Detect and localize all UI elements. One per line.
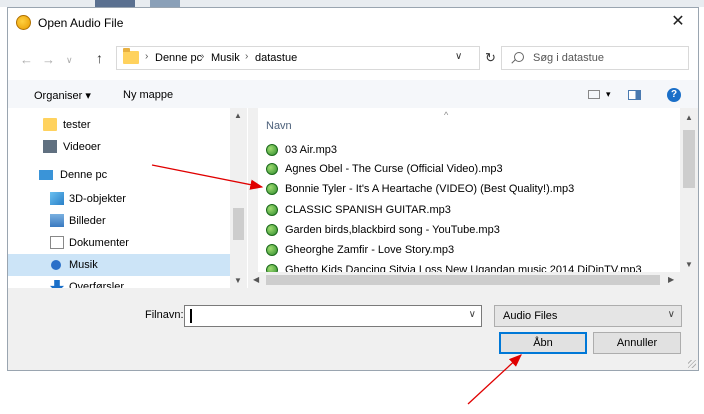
pictures-icon	[50, 214, 64, 227]
audio-file-icon	[266, 183, 278, 195]
navigation-pane: tester Videoer Denne pc 3D-objekter Bill…	[8, 108, 248, 288]
search-box[interactable]: Søg i datastue	[501, 46, 689, 70]
scroll-down-arrow-icon[interactable]: ▼	[234, 276, 242, 285]
nav-item-tester[interactable]: tester	[8, 114, 230, 136]
nav-item-label: Musik	[69, 259, 98, 271]
nav-item-label: Videoer	[63, 141, 101, 153]
video-folder-icon	[43, 140, 57, 153]
scrollbar-thumb[interactable]	[233, 208, 244, 240]
organize-button[interactable]: Organiser ▾	[34, 89, 91, 102]
chevron-down-icon: ∨	[667, 309, 675, 320]
file-list-vertical-scrollbar[interactable]: ▲ ▼	[680, 108, 698, 273]
breadcrumb-separator-icon: ›	[145, 51, 149, 62]
file-name: 03 Air.mp3	[285, 144, 337, 156]
breadcrumb-separator-icon: ›	[245, 51, 249, 62]
file-list-horizontal-scrollbar[interactable]: ◀ ▶	[248, 272, 680, 288]
file-type-select[interactable]: Audio Files ∨	[494, 305, 682, 327]
search-icon	[514, 52, 524, 62]
nav-item-musik[interactable]: Musik	[8, 254, 230, 276]
text-cursor	[190, 309, 192, 323]
documents-icon	[50, 236, 64, 249]
navigation-bar: ← → ∨ ↑ › Denne pc › Musik › datastue ∨ …	[8, 38, 698, 80]
close-button[interactable]: ✕	[658, 8, 698, 38]
folder-icon	[43, 118, 57, 131]
nav-item-denne-pc[interactable]: Denne pc	[8, 164, 230, 186]
scrollbar-corner	[680, 272, 698, 288]
background-window-strip	[0, 0, 704, 7]
refresh-icon[interactable]: ↻	[485, 50, 496, 66]
file-name: CLASSIC SPANISH GUITAR.mp3	[285, 204, 451, 216]
nav-item-label: 3D-objekter	[69, 193, 126, 205]
nav-item-dokumenter[interactable]: Dokumenter	[8, 232, 230, 254]
nav-item-videoer[interactable]: Videoer	[8, 136, 230, 158]
address-dropdown-icon[interactable]: ∨	[455, 51, 462, 62]
scroll-up-arrow-icon[interactable]: ▲	[234, 111, 242, 120]
filename-history-dropdown-icon[interactable]: ∨	[469, 309, 476, 320]
file-name: Garden birds,blackbird song - YouTube.mp…	[285, 224, 500, 236]
breadcrumb-musik[interactable]: Musik	[211, 52, 240, 64]
cancel-button[interactable]: Annuller	[593, 332, 681, 354]
file-type-value: Audio Files	[503, 310, 558, 322]
back-arrow-icon[interactable]: ←	[20, 52, 33, 67]
filename-input[interactable]: ∨	[184, 305, 482, 327]
sort-indicator-icon: ^	[444, 110, 449, 120]
nav-item-label: Overførsler	[69, 281, 124, 288]
audio-file-icon	[266, 144, 278, 156]
audio-file-icon	[266, 204, 278, 216]
scrollbar-thumb[interactable]	[266, 275, 660, 285]
folder-icon	[123, 48, 139, 64]
file-list: ^ Navn 03 Air.mp3 Agnes Obel - The Curse…	[258, 108, 698, 288]
audio-file-icon	[266, 163, 278, 175]
dialog-footer: Filnavn: ∨ Audio Files ∨ Åbn Annuller	[8, 288, 698, 370]
title-bar: Open Audio File ✕	[8, 8, 698, 38]
scroll-down-arrow-icon[interactable]: ▼	[685, 260, 693, 269]
nav-item-label: Denne pc	[60, 169, 108, 181]
breadcrumb-denne-pc[interactable]: Denne pc	[155, 52, 202, 64]
filename-label: Filnavn:	[145, 309, 184, 321]
nav-item-label: Billeder	[69, 215, 106, 227]
recent-locations-chevron-icon[interactable]: ∨	[66, 55, 73, 66]
audio-file-icon	[266, 224, 278, 236]
nav-item-label: Dokumenter	[69, 237, 129, 249]
scroll-right-arrow-icon[interactable]: ▶	[668, 275, 674, 284]
nav-item-billeder[interactable]: Billeder	[8, 210, 230, 232]
app-icon	[16, 15, 31, 30]
view-dropdown-icon[interactable]: ▾	[606, 89, 611, 100]
search-placeholder: Søg i datastue	[533, 52, 604, 64]
scroll-left-arrow-icon[interactable]: ◀	[253, 275, 259, 284]
column-header-name[interactable]: Navn	[266, 120, 292, 132]
open-button[interactable]: Åbn	[499, 332, 587, 354]
window-title: Open Audio File	[38, 16, 124, 30]
command-toolbar: Organiser ▾ Ny mappe ▾ ?	[8, 80, 698, 108]
3d-objects-icon	[50, 192, 64, 205]
downloads-icon	[50, 280, 64, 288]
audio-file-icon	[266, 244, 278, 256]
nav-item-3d-objekter[interactable]: 3D-objekter	[8, 188, 230, 210]
breadcrumb-datastue[interactable]: datastue	[255, 52, 297, 64]
view-options-icon[interactable]	[588, 90, 600, 99]
help-icon[interactable]: ?	[667, 88, 681, 102]
file-name: Agnes Obel - The Curse (Official Video).…	[285, 163, 503, 175]
file-name: Gheorghe Zamfir - Love Story.mp3	[285, 244, 455, 256]
nav-item-label: tester	[63, 119, 91, 131]
scroll-up-arrow-icon[interactable]: ▲	[685, 113, 693, 122]
address-bar[interactable]: › Denne pc › Musik › datastue ∨	[116, 46, 480, 70]
file-name: Bonnie Tyler - It's A Heartache (VIDEO) …	[285, 183, 575, 195]
nav-item-overforsler[interactable]: Overførsler	[8, 276, 230, 288]
up-arrow-icon[interactable]: ↑	[96, 50, 103, 66]
open-audio-file-dialog: Open Audio File ✕ ← → ∨ ↑ › Denne pc › M…	[7, 7, 699, 371]
music-icon	[51, 260, 61, 270]
resize-grip-icon[interactable]	[688, 360, 696, 368]
computer-icon	[39, 170, 53, 180]
preview-pane-icon[interactable]	[628, 90, 641, 100]
new-folder-button[interactable]: Ny mappe	[123, 89, 173, 101]
scrollbar-thumb[interactable]	[683, 130, 695, 188]
breadcrumb-separator-icon: ›	[201, 51, 205, 62]
forward-arrow-icon[interactable]: →	[42, 52, 55, 67]
navigation-pane-scrollbar[interactable]: ▲ ▼	[230, 108, 247, 288]
